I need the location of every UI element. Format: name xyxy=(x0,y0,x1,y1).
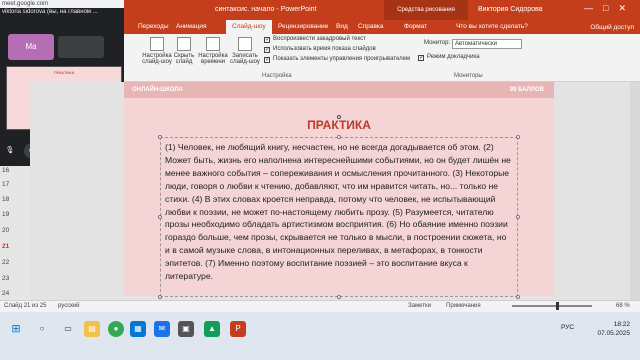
slideshow-setup-icon xyxy=(150,37,164,51)
setup-slideshow-button[interactable]: Настройка слайд-шоу xyxy=(142,37,172,65)
resize-handle[interactable] xyxy=(516,135,520,139)
resize-handle[interactable] xyxy=(337,295,341,299)
zoom-level[interactable]: 68 % xyxy=(616,303,630,309)
mail-icon[interactable]: ✉ xyxy=(154,321,170,337)
close-button[interactable]: ✕ xyxy=(618,3,636,13)
clock[interactable]: 18:22 07.05.2025 xyxy=(597,320,630,338)
monitor-label: Монитор: xyxy=(424,40,451,46)
checkmark-icon: ✓ xyxy=(264,57,271,63)
checkmark-icon: ✓ xyxy=(264,37,271,43)
thumb-number[interactable]: 16 xyxy=(2,167,9,174)
resize-handle[interactable] xyxy=(337,135,341,139)
clock-date: 07.05.2025 xyxy=(597,330,630,337)
tab-view[interactable]: Вид xyxy=(336,23,348,30)
monitor-select[interactable]: Автоматически xyxy=(452,39,522,49)
taskbar: ⊞ ○ ▭ ▤ ● ▦ ✉ ▣ ▲ P РУС 18:22 07.05.2025 xyxy=(0,312,640,360)
maximize-button[interactable]: □ xyxy=(603,3,618,13)
drawing-tools-label: Средства рисования xyxy=(384,0,468,20)
use-timings-checkbox[interactable]: ✓ Использовать время показа слайдов xyxy=(264,46,376,53)
app-icon[interactable]: ▲ xyxy=(204,321,220,337)
rehearse-timings-button[interactable]: Настройка времени xyxy=(198,37,228,65)
show-media-controls-checkbox[interactable]: ✓ Показать элементы управления проигрыват… xyxy=(264,56,410,63)
thumb-number[interactable]: 23 xyxy=(2,275,9,282)
clock-time: 18:22 xyxy=(613,321,630,328)
hide-slide-button[interactable]: Скрыть слайд xyxy=(172,37,196,65)
timer-icon xyxy=(206,37,220,51)
resize-handle[interactable] xyxy=(516,215,520,219)
tab-format[interactable]: Формат xyxy=(404,23,427,30)
thumb-number[interactable]: 24 xyxy=(2,290,9,297)
slide-header-left: ОНЛАЙН-ШКОЛА xyxy=(132,87,183,93)
record-slideshow-button[interactable]: Записать слайд-шоу xyxy=(230,37,260,65)
slide-header: ОНЛАЙН-ШКОЛА 99 БАЛЛОВ xyxy=(124,82,554,98)
participant-tile[interactable]: Ma xyxy=(8,34,54,60)
language-indicator[interactable]: русский xyxy=(58,303,80,309)
thumb-number[interactable]: 19 xyxy=(2,211,9,218)
thumb-number[interactable]: 22 xyxy=(2,259,9,266)
record-icon xyxy=(238,37,252,51)
user-name[interactable]: Виктория Сидорова xyxy=(478,6,543,13)
resize-handle[interactable] xyxy=(158,135,162,139)
mic-icon[interactable]: 🎙 xyxy=(2,143,18,159)
presenter-view-checkbox[interactable]: ✓ Режим докладчика xyxy=(418,54,480,61)
share-preview-title: ПРАКТИКА xyxy=(53,70,75,75)
thumb-number-current[interactable]: 21 xyxy=(2,243,9,250)
thumb-number[interactable]: 17 xyxy=(2,181,9,188)
store-icon[interactable]: ▦ xyxy=(130,321,146,337)
slide-thumbnail-pane: 16 17 18 19 20 21 22 23 24 xyxy=(0,166,30,300)
file-explorer-icon[interactable]: ▤ xyxy=(84,321,100,337)
resize-handle[interactable] xyxy=(158,295,162,299)
resize-handle[interactable] xyxy=(516,295,520,299)
slide-header-right: 99 БАЛЛОВ xyxy=(509,87,544,93)
search-icon[interactable]: ○ xyxy=(34,321,50,337)
tell-me-search[interactable]: Что вы хотите сделать? xyxy=(456,23,528,30)
slide[interactable]: ОНЛАЙН-ШКОЛА 99 БАЛЛОВ ПРАКТИКА (1) Чело… xyxy=(124,82,554,299)
group-setup-label: Настройка xyxy=(262,73,292,79)
window-title: синтаксис. начало - PowerPoint xyxy=(215,6,317,13)
tab-review[interactable]: Рецензирование xyxy=(278,23,328,30)
app-icon[interactable]: ▣ xyxy=(178,321,194,337)
comments-button[interactable]: Примечания xyxy=(446,303,481,309)
window-controls[interactable]: —□✕ xyxy=(584,3,636,14)
hide-slide-icon xyxy=(177,37,191,51)
input-language[interactable]: РУС xyxy=(561,324,574,331)
play-narrations-checkbox[interactable]: ✓ Воспроизвести закадровый текст xyxy=(264,36,366,43)
powerpoint-icon[interactable]: P xyxy=(230,321,246,337)
zoom-slider-thumb[interactable] xyxy=(556,302,559,310)
slide-text-box[interactable]: (1) Человек, не любящий книгу, несчастен… xyxy=(160,137,518,297)
thumb-number[interactable]: 20 xyxy=(2,227,9,234)
tab-help[interactable]: Справка xyxy=(358,23,384,30)
participant-tile-video[interactable] xyxy=(58,36,104,58)
resize-handle[interactable] xyxy=(158,215,162,219)
meet-caption: viktoria sidorova (вы, на главном ... xyxy=(2,9,98,15)
group-monitors-label: Мониторы xyxy=(454,73,483,79)
tab-transitions[interactable]: Переходы xyxy=(138,23,169,30)
chrome-icon[interactable]: ● xyxy=(108,321,124,337)
thumb-number[interactable]: 18 xyxy=(2,196,9,203)
slide-title[interactable]: ПРАКТИКА xyxy=(124,118,554,132)
notes-button[interactable]: Заметки xyxy=(408,303,431,309)
rotate-handle[interactable] xyxy=(337,115,341,119)
checkmark-icon: ✓ xyxy=(418,55,425,61)
slide-counter: Слайд 21 из 25 xyxy=(4,303,47,309)
tab-animation[interactable]: Анимация xyxy=(176,23,207,30)
share-button[interactable]: Общий доступ xyxy=(590,24,634,31)
minimize-button[interactable]: — xyxy=(584,3,603,13)
checkmark-icon: ✓ xyxy=(264,47,271,53)
task-view-icon[interactable]: ▭ xyxy=(60,321,76,337)
zoom-slider[interactable] xyxy=(512,302,592,310)
meet-url: meet.google.com xyxy=(0,0,124,8)
windows-start-icon[interactable]: ⊞ xyxy=(8,321,24,337)
tab-slideshow[interactable]: Слайд-шоу xyxy=(226,20,272,34)
